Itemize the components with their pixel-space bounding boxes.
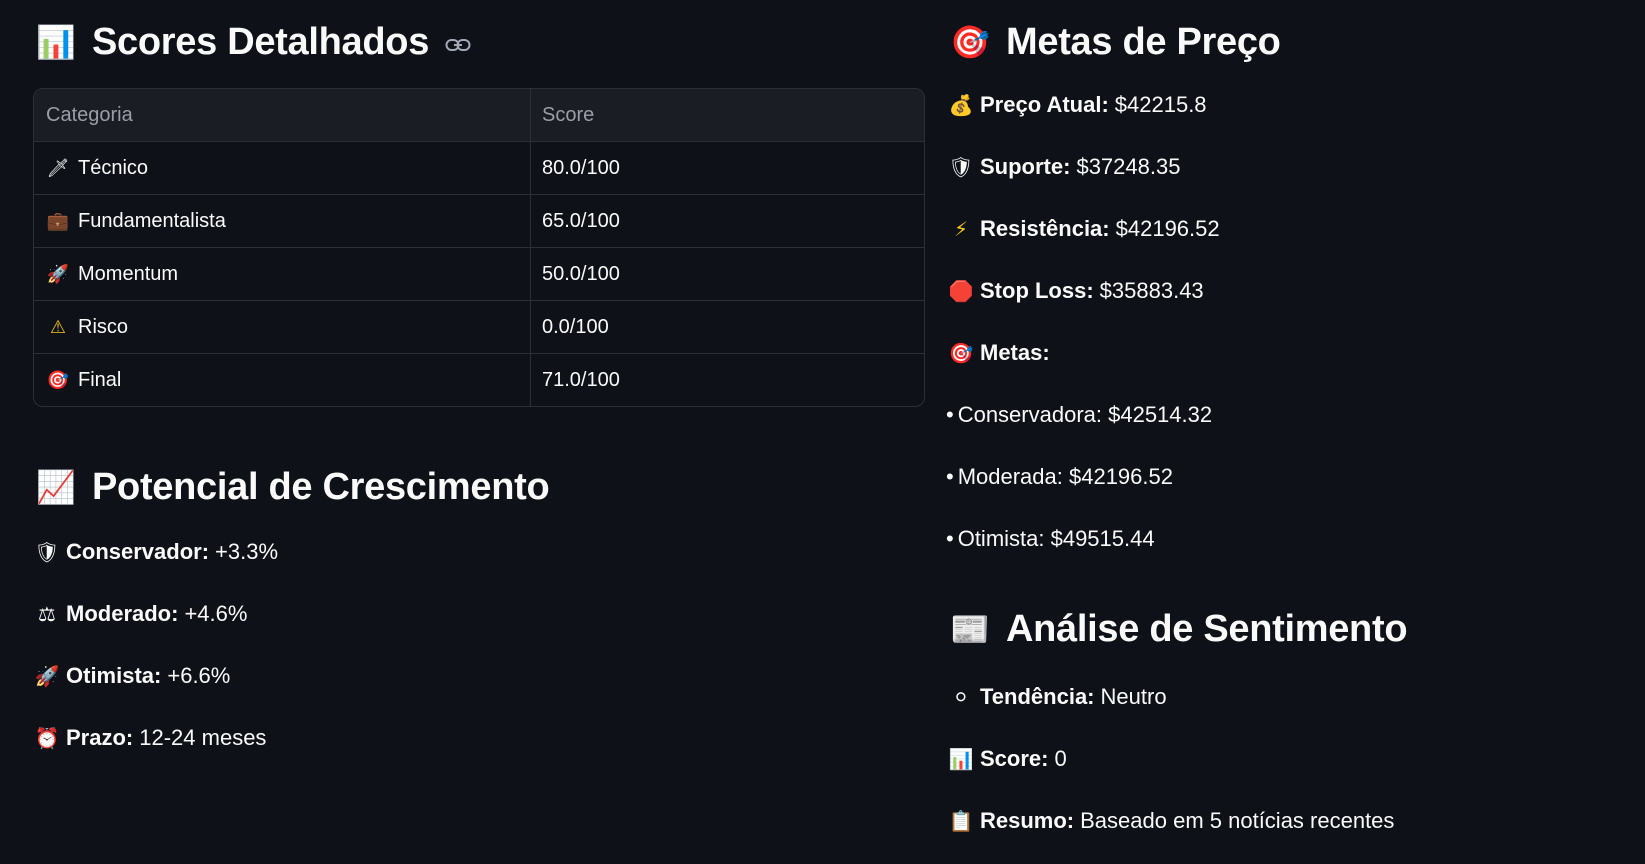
money-bag-icon: 💰	[948, 93, 974, 117]
shield-icon: 🛡	[948, 155, 974, 179]
growth-value: +6.6%	[167, 663, 231, 688]
growth-value: +4.6%	[184, 601, 248, 626]
sentiment-value: 0	[1054, 746, 1067, 771]
goal-conservadora: • Conservadora: $42514.32	[946, 402, 1212, 428]
table-row: 🗡 Técnico 80.0/100	[34, 141, 924, 194]
target-preco-atual: 💰 Preço Atual: $42215.8	[948, 92, 1207, 118]
warning-icon: ⚠	[49, 316, 67, 338]
target-icon: 🎯	[950, 23, 990, 61]
sentiment-label: Resumo:	[980, 808, 1075, 833]
table-row: 🚀 Momentum 50.0/100	[34, 247, 924, 300]
bullet: •	[946, 464, 954, 489]
stop-sign-icon: 🛑	[948, 279, 974, 303]
target-label: Resistência:	[980, 216, 1110, 241]
category-cell[interactable]: 💼 Fundamentalista	[34, 195, 531, 247]
column-header-score[interactable]: Score	[531, 89, 924, 141]
rocket-icon: 🚀	[34, 664, 60, 688]
balance-scale-icon: ⚖	[38, 602, 56, 626]
shield-icon: 🛡	[34, 540, 60, 564]
target-label: Stop Loss:	[980, 278, 1094, 303]
category-label: Fundamentalista	[78, 209, 226, 232]
target-suporte: 🛡 Suporte: $37248.35	[948, 154, 1180, 180]
sentiment-heading: 📰 Análise de Sentimento	[948, 607, 1407, 651]
category-cell[interactable]: 🚀 Momentum	[34, 248, 531, 300]
target-icon: 🎯	[46, 369, 70, 391]
target-icon: 🎯	[948, 341, 974, 365]
page: 📊 Scores Detalhados Categoria Score 🗡 Té…	[0, 0, 1645, 864]
target-metas: 🎯 Metas:	[948, 340, 1056, 366]
growth-otimista: 🚀 Otimista: +6.6%	[34, 663, 231, 689]
white-circle-icon: ⚪	[952, 685, 970, 709]
growth-heading: 📈 Potencial de Crescimento	[34, 465, 549, 509]
target-value: $42196.52	[1115, 216, 1220, 241]
target-label: Metas:	[980, 340, 1050, 365]
sentiment-value: Neutro	[1100, 684, 1167, 709]
goal-text: Conservadora: $42514.32	[957, 402, 1213, 427]
table-header-row: Categoria Score	[34, 89, 924, 141]
target-value: $37248.35	[1076, 154, 1181, 179]
growth-label: Moderado:	[66, 601, 179, 626]
score-cell[interactable]: 80.0/100	[531, 142, 924, 194]
target-value: $42215.8	[1114, 92, 1207, 117]
goal-text: Moderada: $42196.52	[957, 464, 1173, 489]
table-row: 🎯 Final 71.0/100	[34, 353, 924, 406]
bar-chart-icon: 📊	[948, 747, 974, 771]
link-icon[interactable]	[445, 38, 471, 52]
category-cell[interactable]: 🎯 Final	[34, 354, 531, 406]
category-label: Técnico	[78, 156, 149, 179]
growth-label: Otimista:	[66, 663, 162, 688]
bullet: •	[946, 402, 954, 427]
growth-value: 12-24 meses	[139, 725, 267, 750]
targets-title: Metas de Preço	[1006, 21, 1281, 63]
sentiment-label: Tendência:	[980, 684, 1095, 709]
sentiment-label: Score:	[980, 746, 1049, 771]
table-row: 💼 Fundamentalista 65.0/100	[34, 194, 924, 247]
target-label: Preço Atual:	[980, 92, 1109, 117]
growth-label: Conservador:	[66, 539, 210, 564]
target-resistencia: ⚡ Resistência: $42196.52	[948, 216, 1220, 242]
bullet: •	[946, 526, 954, 551]
goal-text: Otimista: $49515.44	[957, 526, 1155, 551]
category-label: Risco	[78, 315, 129, 338]
goal-moderada: • Moderada: $42196.52	[946, 464, 1173, 490]
sentiment-score: 📊 Score: 0	[948, 746, 1067, 772]
growth-conservador: 🛡 Conservador: +3.3%	[34, 539, 278, 565]
category-cell[interactable]: ⚠ Risco	[34, 301, 531, 353]
category-label: Momentum	[78, 262, 179, 285]
growth-prazo: ⏰ Prazo: 12-24 meses	[34, 725, 267, 751]
growth-label: Prazo:	[66, 725, 134, 750]
scores-heading: 📊 Scores Detalhados	[34, 20, 471, 64]
category-label: Final	[78, 368, 122, 391]
category-cell[interactable]: 🗡 Técnico	[34, 142, 531, 194]
clipboard-icon: 📋	[948, 809, 974, 833]
dagger-icon: 🗡	[46, 157, 70, 179]
targets-heading: 🎯 Metas de Preço	[948, 20, 1281, 64]
growth-title: Potencial de Crescimento	[92, 466, 550, 508]
rocket-icon: 🚀	[46, 263, 70, 285]
sentiment-title: Análise de Sentimento	[1006, 608, 1408, 650]
growth-moderado: ⚖ Moderado: +4.6%	[34, 601, 247, 627]
scores-title: Scores Detalhados	[92, 21, 430, 63]
alarm-clock-icon: ⏰	[34, 726, 60, 750]
lightning-icon: ⚡	[953, 217, 969, 241]
target-value: $35883.43	[1099, 278, 1204, 303]
newspaper-icon: 📰	[950, 610, 990, 648]
briefcase-icon: 💼	[46, 210, 70, 232]
growth-value: +3.3%	[215, 539, 279, 564]
score-cell[interactable]: 0.0/100	[531, 301, 924, 353]
chart-increasing-icon: 📈	[36, 468, 76, 506]
sentiment-resumo: 📋 Resumo: Baseado em 5 notícias recentes	[948, 808, 1395, 834]
target-stop-loss: 🛑 Stop Loss: $35883.43	[948, 278, 1204, 304]
bar-chart-icon: 📊	[36, 23, 76, 61]
goal-otimista: • Otimista: $49515.44	[946, 526, 1155, 552]
scores-table: Categoria Score 🗡 Técnico 80.0/100 💼 Fun…	[33, 88, 925, 407]
sentiment-tendencia: ⚪ Tendência: Neutro	[948, 684, 1167, 710]
table-row: ⚠ Risco 0.0/100	[34, 300, 924, 353]
target-label: Suporte:	[980, 154, 1071, 179]
column-header-categoria[interactable]: Categoria	[34, 89, 531, 141]
sentiment-value: Baseado em 5 notícias recentes	[1080, 808, 1395, 833]
score-cell[interactable]: 71.0/100	[531, 354, 924, 406]
score-cell[interactable]: 65.0/100	[531, 195, 924, 247]
score-cell[interactable]: 50.0/100	[531, 248, 924, 300]
